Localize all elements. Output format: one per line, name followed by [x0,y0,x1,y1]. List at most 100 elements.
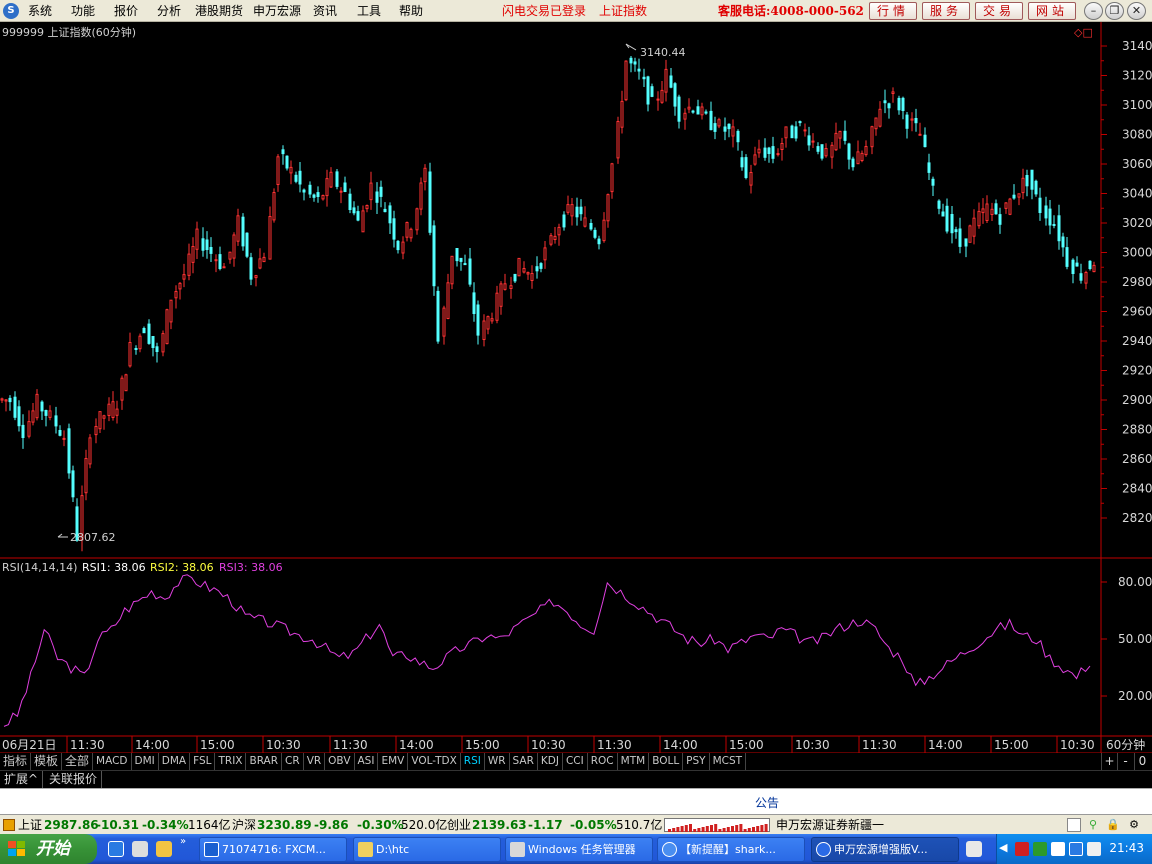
task-swhy[interactable]: 申万宏源增强版V... [811,837,959,862]
volume-bars-icon [664,818,770,832]
task-folder[interactable]: D:\htc [353,837,501,862]
website-button[interactable]: 网站 [1028,2,1076,20]
notice-title[interactable]: 公告 [755,794,779,811]
indicator-tab-[interactable]: 全部 [62,753,94,770]
candle-up [543,247,547,261]
tray-collapse-icon[interactable]: ◀ [999,841,1007,854]
candle-down [201,238,205,251]
indicator-tab-kdj[interactable]: KDJ [537,753,563,770]
volume-bar [693,829,697,832]
indicator-tab-emv[interactable]: EMV [378,753,409,770]
indicator-tab-mtm[interactable]: MTM [617,753,650,770]
candle-up [811,140,815,143]
candle-up [4,399,8,402]
volume-bar [714,824,718,832]
menu-swhy[interactable]: 申万宏源 [253,3,301,19]
menu-function[interactable]: 功能 [71,3,95,19]
task-browser[interactable]: 【新提醒】shark... [657,837,805,862]
chart-area[interactable]: 999999 上证指数(60分钟) ◇□ 3140 3120 3100 3080 306… [0,22,1152,753]
task-taskmgr[interactable]: Windows 任务管理器 [505,837,653,862]
media-icon[interactable] [156,841,172,857]
indicator-tab-cci[interactable]: CCI [562,753,588,770]
volume-bar [718,829,722,832]
indicator-tab-vr[interactable]: VR [303,753,326,770]
candle-down [593,229,597,238]
task-fxcm[interactable]: 71074716: FXCM... [199,837,347,862]
indicator-tab-trix[interactable]: TRIX [215,753,247,770]
restore-icon[interactable]: ❐ [1105,2,1124,20]
cy-value[interactable]: 2139.63 [472,817,527,833]
candle-down [356,211,360,221]
indicator-tab-macd[interactable]: MACD [93,753,132,770]
zoom-in-button[interactable]: + [1101,753,1117,770]
candle-up [700,106,704,116]
tray-network2-icon[interactable] [1069,842,1083,856]
tray-volume-icon[interactable] [1087,842,1101,856]
market-button[interactable]: 行情 [869,2,917,20]
indicator-tab-cr[interactable]: CR [282,753,304,770]
indicator-tab-[interactable]: 指标 [0,753,32,770]
indicator-tab-voltdx[interactable]: VOL-TDX [408,753,461,770]
desktop-icon[interactable] [132,841,148,857]
indicator-tab-obv[interactable]: OBV [325,753,355,770]
reset-button[interactable]: 0 [1134,753,1150,770]
window-icon[interactable] [1067,818,1081,832]
indicator-tab-rsi[interactable]: RSI [460,753,485,770]
indicator-tab-wr[interactable]: WR [484,753,510,770]
menu-system[interactable]: 系统 [28,3,52,19]
quicklaunch-expand-icon[interactable]: » [180,836,186,847]
start-button[interactable]: 开始 [0,834,97,864]
menu-help[interactable]: 帮助 [399,3,423,19]
indicator-tab-sar[interactable]: SAR [509,753,538,770]
trade-button[interactable]: 交易 [975,2,1023,20]
indicator-tab-asi[interactable]: ASI [354,753,379,770]
candle-up [111,401,115,419]
candle-down [302,189,306,193]
current-index-label[interactable]: 上证指数 [599,3,647,19]
rsi1-value: RSI1: 38.06 [82,561,146,574]
candle-down [476,304,480,336]
menu-quote[interactable]: 报价 [114,3,138,19]
zoom-out-button[interactable]: - [1117,753,1133,770]
indicator-tab-fsl[interactable]: FSL [190,753,216,770]
tray-app-icon[interactable] [1015,842,1029,856]
time-tick-label: 11:30 [862,738,897,752]
expand-tab[interactable]: 扩展^ [0,771,44,788]
lock-icon[interactable]: 🔒 [1106,818,1120,832]
indicator-tab-dma[interactable]: DMA [158,753,191,770]
hs-value[interactable]: 3230.89 [257,817,312,833]
kline-chart[interactable]: 999999 上证指数(60分钟) ◇□ 3140 3120 3100 3080 306… [0,22,1152,753]
service-button[interactable]: 服务 [922,2,970,20]
candle-down [1012,194,1016,199]
menu-info[interactable]: 资讯 [313,3,337,19]
indicator-tab-brar[interactable]: BRAR [246,753,283,770]
app-logo-icon[interactable]: S [3,3,19,19]
candle-down [713,123,717,132]
sh-value[interactable]: 2987.86 [44,817,99,833]
candle-up [442,307,446,337]
menu-hk-futures[interactable]: 港股期货 [195,3,243,19]
candle-up [968,225,972,243]
close-icon[interactable]: ✕ [1127,2,1146,20]
settings-icon[interactable]: ⚙ [1127,818,1141,832]
minimize-icon[interactable]: – [1084,2,1103,20]
indicator-tab-mcst[interactable]: MCST [709,753,747,770]
tray-shield-icon[interactable] [1051,842,1065,856]
volume-bar [756,826,760,832]
ie-icon[interactable] [108,841,124,857]
menu-tools[interactable]: 工具 [357,3,381,19]
indicator-tab-boll[interactable]: BOLL [649,753,684,770]
indicator-tab-[interactable]: 模板 [31,753,63,770]
keyboard-icon[interactable] [966,841,982,857]
news-ticker[interactable]: 申万宏源证券新疆一 [776,817,884,833]
tray-network-icon[interactable] [1033,842,1047,856]
indicator-tab-roc[interactable]: ROC [587,753,618,770]
indicator-tab-dmi[interactable]: DMI [131,753,159,770]
indicator-tab-psy[interactable]: PSY [683,753,710,770]
menu-analysis[interactable]: 分析 [157,3,181,19]
related-quote-tab[interactable]: 关联报价 [45,771,103,788]
hs-amount: 520.0亿 [401,818,448,832]
candle-down [883,100,887,104]
candle-down [343,182,347,192]
candle-up [124,374,128,392]
